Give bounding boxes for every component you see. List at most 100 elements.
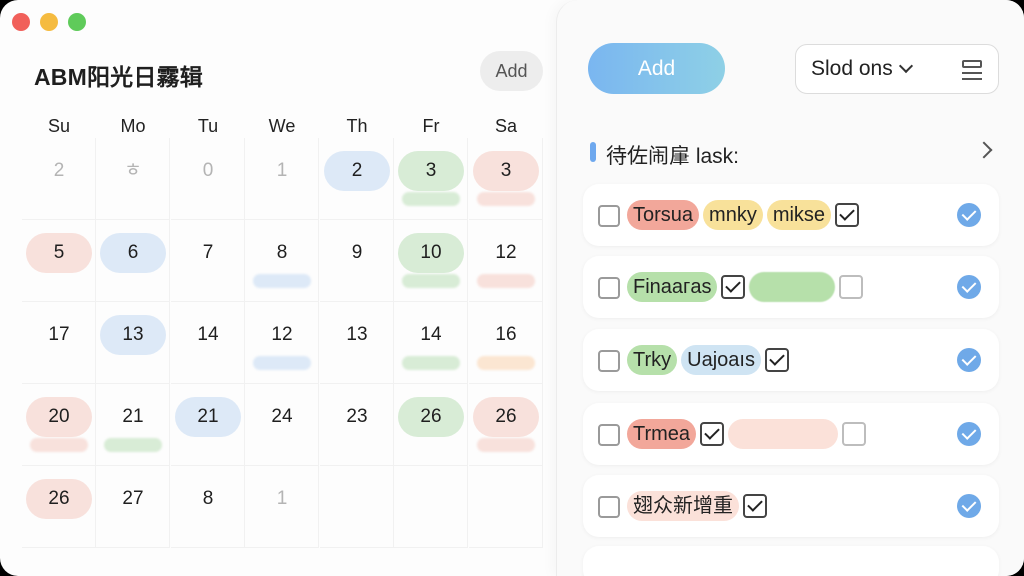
- check-circle-icon[interactable]: [957, 348, 981, 372]
- subtask-checkbox[interactable]: [842, 422, 867, 446]
- task-tag-placeholder[interactable]: [749, 272, 836, 302]
- task-row[interactable]: Trky Uajoaıs: [583, 329, 999, 391]
- day-number: 5: [26, 233, 92, 273]
- task-tag-placeholder[interactable]: [728, 419, 839, 449]
- event-bar[interactable]: [477, 356, 535, 370]
- subtask-checkbox[interactable]: [835, 203, 860, 227]
- calendar-day[interactable]: 14: [394, 302, 468, 384]
- subtask-checkbox[interactable]: [743, 494, 767, 518]
- chevron-right-icon[interactable]: [975, 141, 993, 159]
- section-accent-bar: [590, 142, 596, 162]
- calendar-add-button[interactable]: Add: [480, 51, 543, 91]
- check-circle-icon[interactable]: [957, 422, 981, 446]
- chevron-down-icon: [898, 58, 913, 74]
- task-tag[interactable]: Trky: [627, 345, 678, 375]
- task-row[interactable]: Torsua mnky mikse: [583, 184, 999, 246]
- event-bar[interactable]: [402, 356, 460, 370]
- event-bar[interactable]: [477, 438, 535, 452]
- calendar-day[interactable]: 12: [469, 220, 543, 302]
- calendar-day[interactable]: 16: [469, 302, 543, 384]
- event-bar[interactable]: [30, 438, 88, 452]
- task-tag[interactable]: Torsua: [627, 200, 700, 230]
- calendar-day[interactable]: 12: [245, 302, 319, 384]
- task-tag[interactable]: mikse: [766, 200, 832, 230]
- calendar-day[interactable]: 26: [394, 384, 468, 466]
- subtask-checkbox[interactable]: [839, 275, 864, 299]
- calendar-day[interactable]: ㅎ: [96, 138, 170, 220]
- calendar-day[interactable]: 21: [96, 384, 170, 466]
- calendar-day[interactable]: 21: [171, 384, 245, 466]
- day-number: 9: [351, 242, 363, 263]
- day-number: 17: [48, 324, 70, 345]
- task-row[interactable]: [583, 546, 999, 576]
- task-tag[interactable]: Finaагas: [627, 272, 718, 302]
- event-bar[interactable]: [253, 274, 311, 288]
- task-tag[interactable]: Trmea: [627, 419, 697, 449]
- task-checkbox[interactable]: [598, 496, 620, 518]
- check-circle-icon[interactable]: [957, 203, 981, 227]
- sort-select[interactable]: Slod ons: [795, 44, 999, 94]
- task-row[interactable]: Trmea: [583, 403, 999, 465]
- subtask-checkbox[interactable]: [721, 275, 746, 299]
- task-checkbox[interactable]: [598, 277, 620, 299]
- task-checkbox[interactable]: [598, 424, 620, 446]
- subtask-checkbox[interactable]: [700, 422, 725, 446]
- task-row[interactable]: 翅众新增重: [583, 475, 999, 537]
- event-bar[interactable]: [104, 438, 162, 452]
- calendar-day[interactable]: [394, 466, 468, 548]
- event-bar[interactable]: [402, 192, 460, 206]
- calendar-day[interactable]: 13: [96, 302, 170, 384]
- subtask-checkbox[interactable]: [764, 348, 789, 372]
- calendar-day[interactable]: 14: [171, 302, 245, 384]
- calendar-day[interactable]: 9: [320, 220, 394, 302]
- calendar-day[interactable]: 20: [22, 384, 96, 466]
- calendar-day[interactable]: 3: [469, 138, 543, 220]
- event-bar[interactable]: [253, 356, 311, 370]
- day-number: 3: [473, 151, 539, 191]
- task-checkbox[interactable]: [598, 205, 620, 227]
- calendar-day[interactable]: 1: [245, 466, 319, 548]
- calendar-day[interactable]: 24: [245, 384, 319, 466]
- day-number: 13: [346, 324, 368, 345]
- calendar-day[interactable]: 23: [320, 384, 394, 466]
- calendar-day[interactable]: 0: [171, 138, 245, 220]
- calendar-day[interactable]: 8: [245, 220, 319, 302]
- day-number: 14: [197, 324, 219, 345]
- task-checkbox[interactable]: [598, 350, 620, 372]
- event-bar[interactable]: [477, 192, 535, 206]
- calendar-day[interactable]: 2: [320, 138, 394, 220]
- task-row[interactable]: Finaагas: [583, 256, 999, 318]
- calendar-day[interactable]: 7: [171, 220, 245, 302]
- calendar-day[interactable]: 8: [171, 466, 245, 548]
- calendar-day[interactable]: 17: [22, 302, 96, 384]
- add-task-button[interactable]: Add: [588, 43, 725, 94]
- calendar-day[interactable]: [320, 466, 394, 548]
- day-number: 16: [495, 324, 517, 345]
- calendar-day[interactable]: 2: [22, 138, 96, 220]
- calendar-day[interactable]: 13: [320, 302, 394, 384]
- calendar-day[interactable]: 26: [469, 384, 543, 466]
- event-bar[interactable]: [402, 274, 460, 288]
- calendar-day[interactable]: 5: [22, 220, 96, 302]
- day-number: 24: [271, 406, 293, 427]
- calendar-day[interactable]: 10: [394, 220, 468, 302]
- event-bar[interactable]: [477, 274, 535, 288]
- task-tags: Finaагas: [627, 272, 864, 302]
- calendar-day[interactable]: 3: [394, 138, 468, 220]
- check-circle-icon[interactable]: [957, 494, 981, 518]
- calendar-day[interactable]: [469, 466, 543, 548]
- list-view-icon[interactable]: [962, 60, 982, 80]
- calendar-day[interactable]: 27: [96, 466, 170, 548]
- task-tag[interactable]: Uajoaıs: [681, 345, 761, 375]
- day-number: ㅎ: [124, 160, 142, 181]
- day-number: 1: [276, 488, 288, 509]
- task-section-header[interactable]: 待佐闹肁 lask:: [590, 138, 993, 168]
- day-number: 26: [26, 479, 92, 519]
- calendar-day[interactable]: 6: [96, 220, 170, 302]
- task-tag[interactable]: mnky: [703, 200, 763, 230]
- check-circle-icon[interactable]: [957, 275, 981, 299]
- day-number: 27: [122, 488, 144, 509]
- task-tag[interactable]: 翅众新增重: [627, 491, 739, 521]
- calendar-day[interactable]: 1: [245, 138, 319, 220]
- calendar-day[interactable]: 26: [22, 466, 96, 548]
